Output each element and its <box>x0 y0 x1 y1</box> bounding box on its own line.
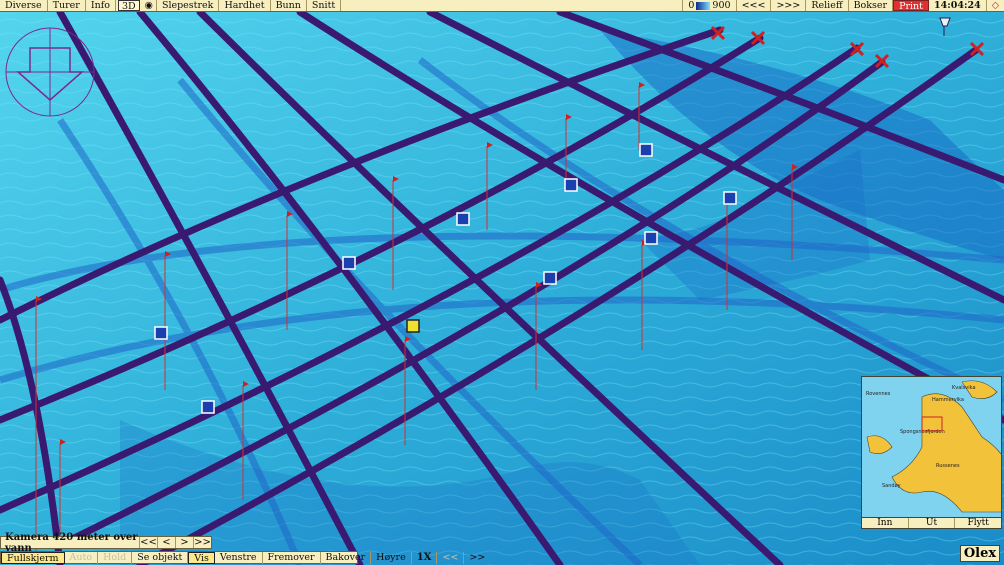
menu-info[interactable]: Info <box>86 0 116 11</box>
terrain-scene[interactable] <box>0 0 1004 565</box>
olex-logo: Olex <box>960 545 1000 562</box>
camera-fast-forward-button[interactable]: >> <box>193 537 211 548</box>
map-label-hammervika: Hammervika <box>932 397 964 403</box>
view-object-button[interactable]: Se objekt <box>132 551 189 564</box>
camera-back-button[interactable]: < <box>157 537 175 548</box>
tool-bunn[interactable]: Bunn <box>271 0 307 11</box>
menu-bokser[interactable]: Bokser <box>849 0 894 11</box>
map-label-sandoy: Sandøy <box>882 483 901 489</box>
map-nav: Inn Ut Flytt <box>861 517 1002 529</box>
backward-button[interactable]: Bakover <box>321 551 372 564</box>
map-zoom-in-button[interactable]: Inn <box>862 518 909 528</box>
alarm-icon[interactable]: ◇ <box>987 0 1004 11</box>
auto-button[interactable]: Auto <box>65 551 99 564</box>
fullscreen-button[interactable]: Fullskjerm <box>1 551 65 564</box>
menu-relieff[interactable]: Relieff <box>806 0 849 11</box>
camera-fast-back-button[interactable]: << <box>139 537 157 548</box>
show-button[interactable]: Vis <box>188 551 215 564</box>
map-move-button[interactable]: Flytt <box>955 518 1001 528</box>
menu-3d[interactable]: 3D <box>117 0 140 12</box>
map-zoom-out-button[interactable]: Ut <box>909 518 956 528</box>
camera-bar: Kamera 420 meter over vann << < > >> <box>0 532 212 554</box>
target-icon[interactable]: ◉ <box>142 0 157 11</box>
top-toolbar: Diverse Turer Info 3D ◉ Slepestrek Hardh… <box>0 0 1004 12</box>
menu-diverse[interactable]: Diverse <box>0 0 48 11</box>
right-button[interactable]: Høyre <box>371 551 412 564</box>
hold-button[interactable]: Hold <box>98 551 133 564</box>
depth-max: 900 <box>712 0 731 11</box>
speed-up-button[interactable]: >> <box>464 552 490 564</box>
map-label-russenes: Russenes <box>936 463 960 469</box>
seafloor-3d-view[interactable]: Diverse Turer Info 3D ◉ Slepestrek Hardh… <box>0 0 1004 565</box>
speed-indicator[interactable]: 1X <box>412 551 438 564</box>
left-button[interactable]: Venstre <box>215 551 263 564</box>
bottom-toolbar: Fullskjerm Auto Hold Se objekt Vis Venst… <box>0 551 485 564</box>
speed-down-button[interactable]: << <box>437 551 465 564</box>
selected-waypoint[interactable] <box>406 319 420 333</box>
overview-map[interactable]: Rovennes Spongsnesfjorden Hammervika Kva… <box>861 376 1002 529</box>
map-label-rovennes: Rovennes <box>866 391 891 397</box>
compass-rose[interactable] <box>5 27 95 117</box>
tool-slepestrek[interactable]: Slepestrek <box>157 0 220 11</box>
overview-map-chart[interactable]: Rovennes Spongsnesfjorden Hammervika Kva… <box>862 377 1002 529</box>
depth-gradient <box>696 1 711 10</box>
map-land <box>891 393 1001 513</box>
map-label-kvalsvika: Kvalsvika <box>952 385 976 391</box>
nav-forward-button[interactable]: >>> <box>771 0 807 11</box>
menu-turer[interactable]: Turer <box>48 0 86 11</box>
camera-forward-button[interactable]: > <box>175 537 193 548</box>
depth-scale[interactable]: 0 900 <box>682 0 737 11</box>
tool-snitt[interactable]: Snitt <box>307 0 342 11</box>
depth-min: 0 <box>688 0 695 11</box>
clock: 14:04:24 <box>929 0 987 11</box>
tool-hardhet[interactable]: Hardhet <box>219 0 271 11</box>
forward-button[interactable]: Fremover <box>263 551 321 564</box>
map-land <box>866 435 893 454</box>
nav-back-button[interactable]: <<< <box>737 0 772 11</box>
print-button[interactable]: Print <box>893 0 929 12</box>
